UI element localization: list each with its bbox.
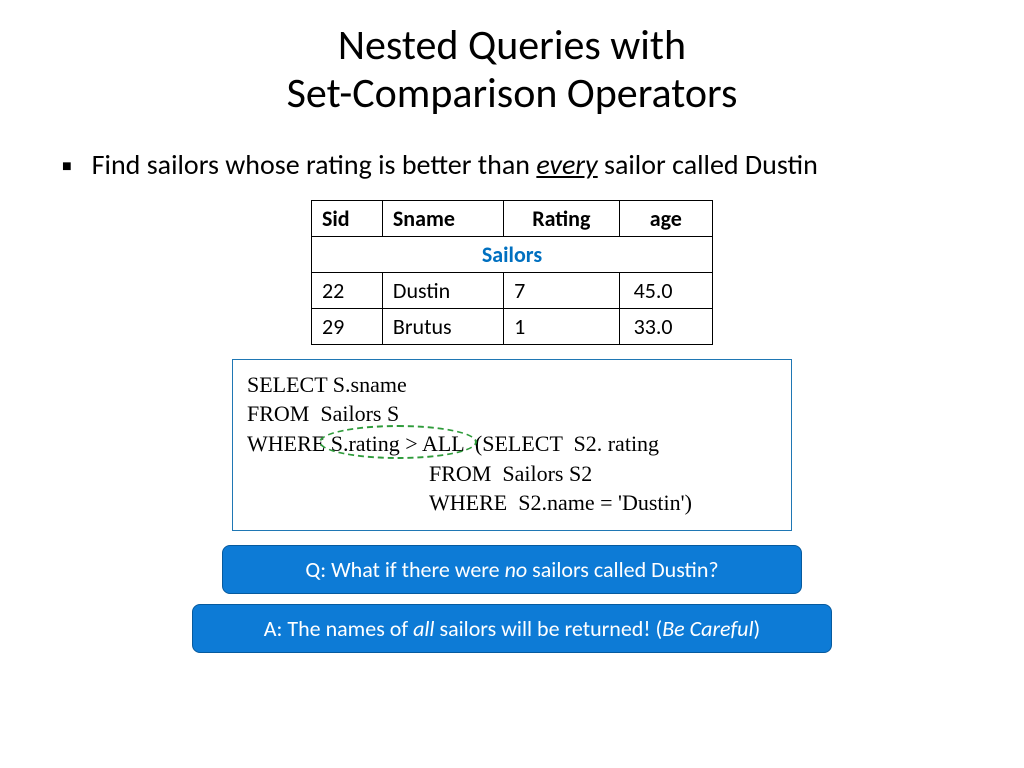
kw-where-2: WHERE (429, 490, 507, 515)
query-line-1: SELECT S.sname (247, 370, 777, 400)
q-l2b: Sailors S (309, 401, 399, 426)
kw-from: FROM (247, 401, 309, 426)
query-line-5: WHERE S2.name = 'Dustin') (247, 488, 777, 518)
kw-select-2: SELECT (482, 431, 562, 456)
table-header-row: Sid Sname Rating age (312, 200, 713, 236)
title-line-1: Nested Queries with (338, 20, 686, 71)
a-mid: sailors will be returned! ( (434, 615, 662, 642)
q-suffix: sailors called Dustin? (527, 556, 718, 583)
a-prefix: A: The names of (264, 615, 413, 642)
title-line-2: Set-Comparison Operators (287, 68, 738, 119)
q-l3b: S.rating > ALL ( (325, 431, 482, 456)
cell-sname: Dustin (382, 272, 503, 308)
col-sid: Sid (312, 200, 383, 236)
table-caption-row: Sailors (312, 236, 713, 272)
a-emph1: all (413, 615, 434, 642)
col-age: age (619, 200, 712, 236)
sql-query-box: SELECT S.sname FROM Sailors S WHERE S.ra… (232, 359, 792, 531)
query-line-4: FROM Sailors S2 (247, 459, 777, 489)
cell-age: 45.0 (619, 272, 712, 308)
q-l4b: Sailors S2 (491, 461, 592, 486)
bullet-prefix: Find sailors whose rating is better than (92, 147, 537, 182)
a-emph2: Be Careful (662, 615, 753, 642)
col-sname: Sname (382, 200, 503, 236)
kw-where: WHERE (247, 431, 325, 456)
cell-sname: Brutus (382, 308, 503, 344)
sailors-table: Sailors Sid Sname Rating age 22 Dustin 7… (311, 200, 713, 345)
cell-sid: 29 (312, 308, 383, 344)
query-line-2: FROM Sailors S (247, 399, 777, 429)
cell-rating: 1 (504, 308, 620, 344)
cell-rating: 7 (504, 272, 620, 308)
bullet-emph: every (536, 147, 597, 182)
q-l3d: S2. rating (563, 431, 660, 456)
bullet-text: Find sailors whose rating is better than… (92, 147, 818, 182)
bullet-suffix: sailor called Dustin (598, 147, 818, 182)
slide-title: Nested Queries with Set-Comparison Opera… (0, 0, 1024, 119)
q-l1b: S.sname (327, 372, 406, 397)
q-emph: no (505, 556, 528, 583)
bullet-item: ■ Find sailors whose rating is better th… (0, 119, 1024, 182)
kw-from-2: FROM (429, 461, 491, 486)
answer-callout: A: The names of all sailors will be retu… (192, 604, 832, 653)
query-line-3: WHERE S.rating > ALL (SELECT S2. rating (247, 429, 777, 459)
sailors-table-container: Sailors Sid Sname Rating age 22 Dustin 7… (311, 200, 713, 345)
bullet-marker-icon: ■ (62, 157, 72, 176)
question-callout: Q: What if there were no sailors called … (222, 545, 802, 594)
table-caption: Sailors (312, 236, 713, 272)
table-row: 29 Brutus 1 33.0 (312, 308, 713, 344)
q-l5b: S2.name = 'Dustin') (507, 490, 692, 515)
col-rating: Rating (504, 200, 620, 236)
a-suffix: ) (754, 615, 761, 642)
table-row: 22 Dustin 7 45.0 (312, 272, 713, 308)
cell-sid: 22 (312, 272, 383, 308)
kw-select: SELECT (247, 372, 327, 397)
q-prefix: Q: What if there were (305, 556, 504, 583)
cell-age: 33.0 (619, 308, 712, 344)
